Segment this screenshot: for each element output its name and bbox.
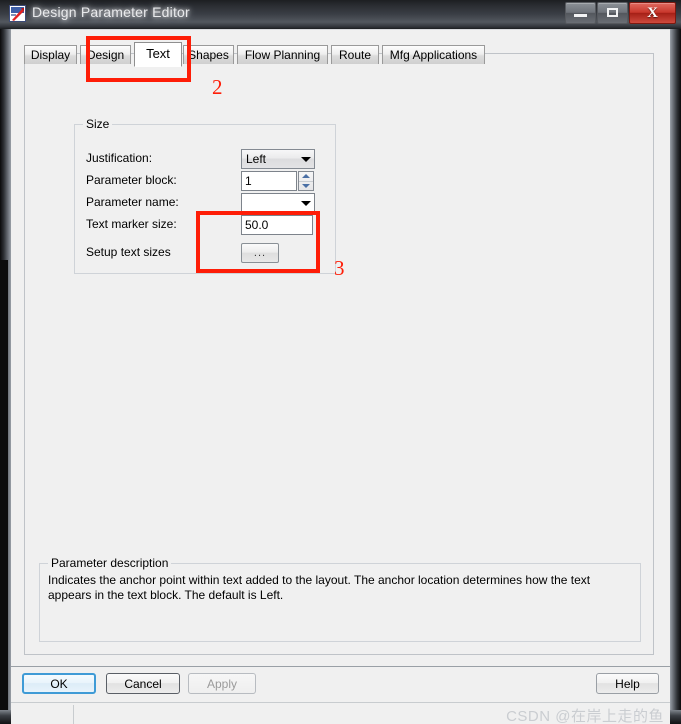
close-icon: X (647, 4, 658, 21)
parameter-name-label: Parameter name: (86, 195, 179, 209)
app-icon (9, 5, 26, 22)
parameter-block-row: Parameter block: 1 (86, 171, 326, 191)
title-bar[interactable]: Design Parameter Editor X (0, 0, 681, 29)
dialog-button-bar: OK Cancel Apply Help (11, 666, 670, 703)
text-marker-size-row: Text marker size: 50.0 (86, 215, 326, 235)
tab-flow-planning[interactable]: Flow Planning (237, 45, 328, 64)
tab-bar: Display Design Text Shapes Flow Planning… (24, 42, 654, 67)
tab-display[interactable]: Display (24, 45, 77, 64)
minimize-button[interactable] (565, 2, 596, 24)
stepper-down-button[interactable] (299, 182, 313, 191)
status-bar-divider (73, 705, 74, 724)
maximize-button[interactable] (597, 2, 628, 24)
justification-label: Justification: (86, 151, 153, 165)
tab-route[interactable]: Route (331, 45, 379, 64)
cancel-button[interactable]: Cancel (106, 673, 180, 694)
size-group-box: Size Justification: Left Parameter block… (74, 117, 336, 274)
watermark-text: CSDN @在岸上走的鱼 (506, 708, 664, 724)
setup-text-sizes-button[interactable]: ... (241, 243, 279, 263)
parameter-description-text: Indicates the anchor point within text a… (48, 573, 591, 602)
tab-mfg-applications[interactable]: Mfg Applications (382, 45, 485, 64)
justification-combobox[interactable]: Left (241, 149, 315, 169)
close-button[interactable]: X (629, 2, 676, 24)
justification-value: Left (246, 152, 267, 166)
chevron-down-icon[interactable] (297, 194, 314, 212)
chevron-down-icon[interactable] (297, 150, 314, 168)
status-bar: CSDN @在岸上走的鱼 (11, 702, 670, 724)
parameter-block-label: Parameter block: (86, 173, 177, 187)
size-group-title: Size (83, 117, 113, 131)
window-title: Design Parameter Editor (32, 4, 190, 20)
window-controls: X (564, 2, 676, 24)
client-area: Size Justification: Left Parameter block… (11, 29, 670, 724)
minimize-icon (574, 14, 587, 17)
annotation-number-2: 2 (212, 75, 223, 99)
window-border-right (670, 29, 681, 724)
application-window: Design Parameter Editor X Size Justifica… (0, 0, 681, 724)
text-marker-size-label: Text marker size: (86, 217, 177, 231)
setup-text-sizes-row: Setup text sizes ... (86, 243, 326, 263)
parameter-block-stepper[interactable] (298, 171, 314, 191)
maximize-icon (607, 8, 618, 17)
tab-shapes[interactable]: Shapes (183, 45, 234, 64)
help-button[interactable]: Help (596, 673, 659, 694)
setup-text-sizes-label: Setup text sizes (86, 245, 171, 259)
annotation-number-3: 3 (334, 256, 345, 280)
parameter-description-group-box: Parameter description Indicates the anch… (39, 556, 641, 642)
parameter-description-title: Parameter description (48, 556, 172, 570)
justification-row: Justification: Left (86, 149, 326, 169)
parameter-name-row: Parameter name: (86, 193, 326, 213)
tab-text[interactable]: Text (134, 42, 182, 67)
tab-design[interactable]: Design (80, 45, 131, 64)
stepper-up-button[interactable] (299, 172, 313, 182)
parameter-block-input[interactable]: 1 (241, 171, 297, 191)
window-border-left-shadow (0, 260, 8, 710)
ok-button[interactable]: OK (22, 673, 96, 694)
apply-button[interactable]: Apply (188, 673, 256, 694)
tab-content-panel: Size Justification: Left Parameter block… (24, 53, 654, 655)
text-marker-size-input[interactable]: 50.0 (241, 215, 313, 235)
parameter-name-combobox[interactable] (241, 193, 315, 213)
